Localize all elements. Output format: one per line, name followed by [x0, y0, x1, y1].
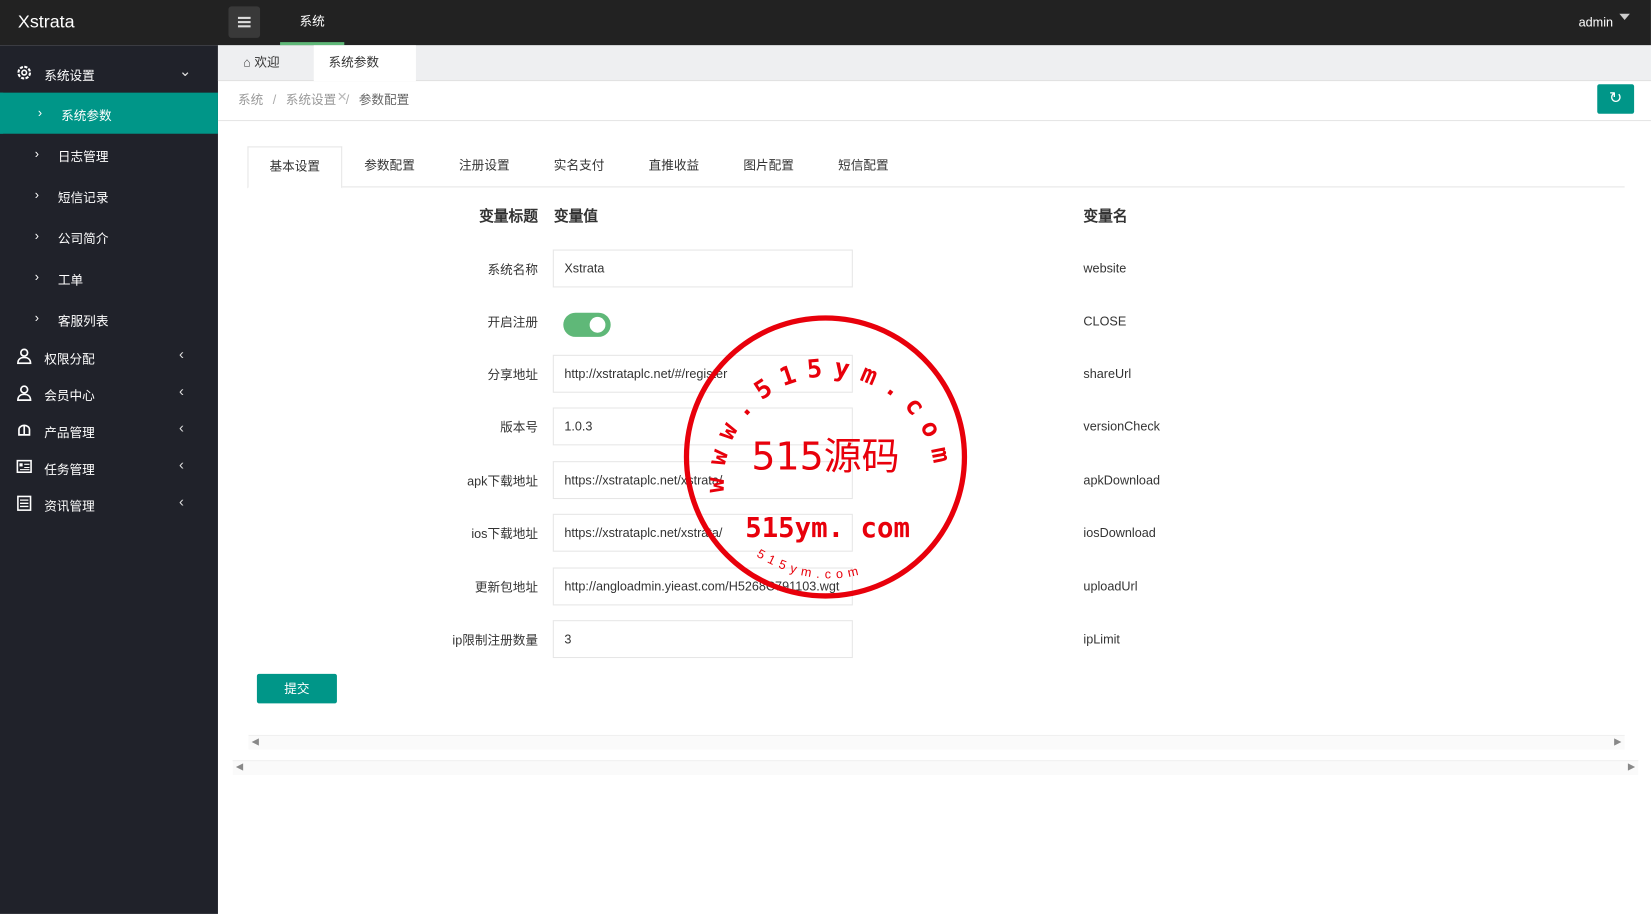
sidebar-item-logs[interactable]: › 日志管理: [0, 134, 218, 175]
username: admin: [1578, 14, 1614, 30]
sidebar-group-news[interactable]: 资讯管理 ‹: [0, 483, 218, 524]
user-icon: [17, 385, 32, 401]
chevron-right-icon: ›: [34, 187, 39, 203]
var-name: iosDownload: [1083, 525, 1156, 541]
field-input-versionCheck[interactable]: 1.0.3: [552, 407, 853, 446]
chevron-left-icon: ‹: [178, 492, 184, 510]
field-input-uploadUrl[interactable]: http://angloadmin.yieast.com/H5268C79110…: [552, 567, 853, 606]
breadcrumb: 系统 / 系统设置 / 参数配置: [217, 81, 1651, 122]
sidebar-group-permissions[interactable]: 权限分配 ‹: [0, 336, 218, 377]
chevron-down-icon: ⌄: [178, 62, 192, 79]
var-name: versionCheck: [1083, 419, 1160, 434]
sidebar-item-system-params[interactable]: › 系统参数: [0, 92, 218, 134]
tab-sms-config[interactable]: 短信配置: [816, 146, 911, 187]
tab-system-params[interactable]: 系统参数 ✕: [313, 45, 416, 104]
sidebar-group-products[interactable]: 产品管理 ‹: [0, 410, 218, 451]
refresh-button[interactable]: ↻: [1597, 84, 1635, 114]
breadcrumb-item[interactable]: 系统设置: [286, 93, 337, 108]
var-name: ipLimit: [1083, 631, 1120, 647]
field-input-ipLimit[interactable]: 3: [552, 620, 853, 659]
sidebar-item-support-list[interactable]: › 客服列表: [0, 298, 218, 339]
tab-basic-settings[interactable]: 基本设置: [247, 146, 343, 189]
header-var-title: 变量标题: [479, 207, 539, 225]
user-menu[interactable]: admin: [1578, 13, 1630, 30]
field-label: 系统名称: [487, 262, 539, 277]
var-name: uploadUrl: [1083, 579, 1138, 594]
outer-horizontal-scrollbar[interactable]: ◀ ▶: [232, 760, 1639, 775]
chevron-left-icon: ‹: [178, 382, 184, 400]
toggle-knob: [589, 316, 606, 333]
breadcrumb-current: 参数配置: [358, 92, 410, 108]
field-label: 分享地址: [487, 367, 539, 383]
field-label: 开启注册: [487, 314, 539, 330]
submit-button[interactable]: 提交: [256, 673, 337, 704]
var-name: shareUrl: [1083, 366, 1132, 382]
field-input-iosDownload[interactable]: https://xstrataplc.net/xstrata/: [552, 513, 853, 552]
header-var-name: 变量名: [1083, 207, 1128, 225]
tab-image-config[interactable]: 图片配置: [721, 146, 816, 187]
inner-horizontal-scrollbar[interactable]: ◀ ▶: [248, 734, 1625, 750]
sidebar-group-tasks[interactable]: 任务管理 ‹: [0, 446, 218, 487]
field-label: 版本号: [500, 420, 539, 435]
home-icon: ⌂: [243, 54, 251, 70]
chevron-right-icon: ›: [37, 105, 43, 121]
menu-toggle-button[interactable]: [228, 6, 261, 38]
field-input-apkDownload[interactable]: https://xstrataplc.net/xstrata/: [552, 461, 853, 500]
sidebar-group-members[interactable]: 会员中心 ‹: [0, 373, 218, 414]
var-name: apkDownload: [1083, 472, 1160, 488]
field-input-shareUrl[interactable]: http://xstrataplc.net/#/register: [552, 354, 853, 393]
tab-param-config[interactable]: 参数配置: [342, 146, 437, 187]
caret-down-icon: [1619, 13, 1630, 26]
chevron-right-icon: ›: [34, 146, 39, 162]
sidebar-item-sms-records[interactable]: › 短信记录: [0, 175, 218, 216]
breadcrumb-item[interactable]: 系统: [238, 93, 263, 108]
app-logo: Xstrata: [17, 11, 75, 32]
page-tabs-bar: ⌂ 欢迎 系统参数 ✕: [217, 45, 1651, 104]
product-icon: [18, 424, 31, 436]
sidebar-item-company[interactable]: › 公司简介: [0, 216, 218, 257]
register-toggle[interactable]: [563, 312, 611, 337]
chevron-right-icon: ›: [34, 310, 39, 326]
news-icon: [17, 495, 32, 511]
var-name: website: [1083, 261, 1127, 276]
task-icon: [16, 459, 32, 474]
tab-direct-income[interactable]: 直推收益: [626, 146, 721, 187]
sidebar-group-system-settings[interactable]: 系统设置 ⌄: [0, 53, 218, 94]
sidebar-item-tickets[interactable]: › 工单: [0, 257, 218, 298]
field-label: apk下载地址: [467, 473, 539, 489]
var-name: CLOSE: [1083, 313, 1127, 329]
refresh-icon: ↻: [1609, 89, 1623, 108]
tab-realname-pay[interactable]: 实名支付: [532, 146, 627, 187]
chevron-right-icon: ›: [34, 269, 39, 285]
tab-register-settings[interactable]: 注册设置: [437, 146, 532, 187]
chevron-left-icon: ‹: [178, 345, 184, 363]
sidebar: 系统设置 ⌄ › 系统参数 › 日志管理 › 短信记录 › 公司简介 › 工单 › 客服列表…: [0, 45, 218, 914]
chevron-right-icon: ›: [34, 228, 39, 244]
topnav-system[interactable]: 系统: [280, 0, 345, 46]
tab-welcome[interactable]: ⌂ 欢迎: [228, 45, 294, 81]
content-tabs: 基本设置 参数配置 注册设置 实名支付 直推收益 图片配置 短信配置: [247, 146, 1625, 189]
top-bar: Xstrata 系统 admin: [0, 0, 1651, 46]
chevron-left-icon: ‹: [178, 455, 184, 473]
field-label: ios下载地址: [471, 526, 539, 542]
chevron-left-icon: ‹: [178, 419, 184, 436]
header-var-value: 变量值: [553, 207, 599, 225]
field-label: 更新包地址: [474, 580, 539, 595]
gear-icon: [17, 65, 32, 80]
user-group-icon: [17, 348, 32, 365]
field-label: ip限制注册数量: [452, 632, 539, 648]
field-input-website[interactable]: Xstrata: [552, 249, 853, 288]
